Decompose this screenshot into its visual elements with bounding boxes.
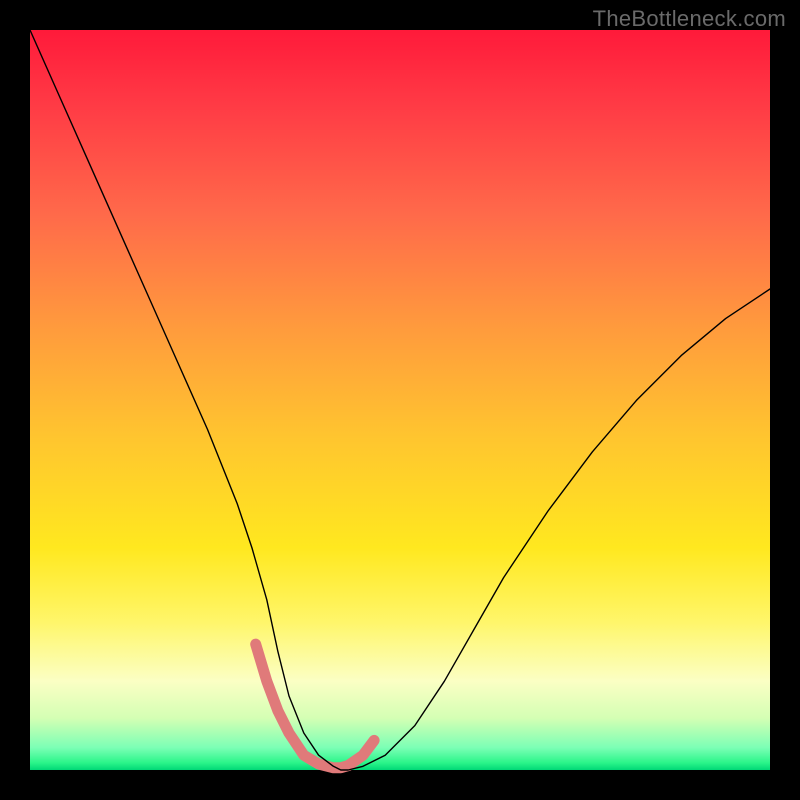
watermark-label: TheBottleneck.com [593, 6, 786, 32]
black-curve-path [30, 30, 770, 770]
chart-svg [30, 30, 770, 770]
plot-area [30, 30, 770, 770]
outer-frame: TheBottleneck.com [0, 0, 800, 800]
